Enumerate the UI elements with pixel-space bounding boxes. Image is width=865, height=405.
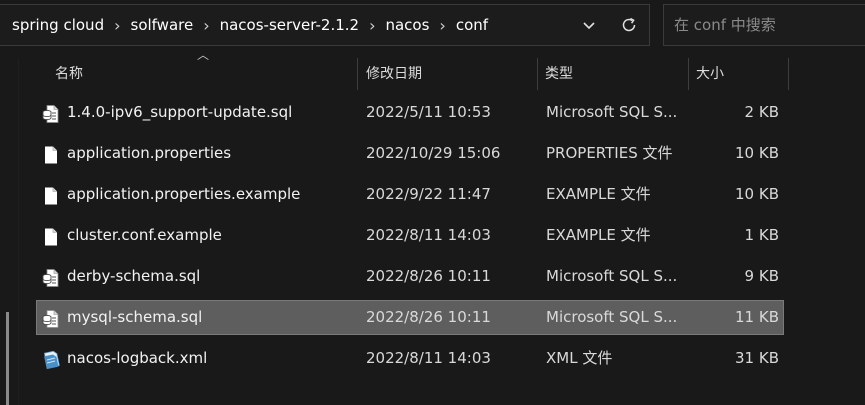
column-divider[interactable] (357, 58, 358, 90)
column-header-type[interactable]: 类型 (545, 58, 573, 90)
file-type: Microsoft SQL S... (546, 308, 678, 326)
chevron-right-icon[interactable]: › (435, 16, 449, 35)
scrollbar-thumb[interactable] (6, 312, 9, 405)
column-header-size[interactable]: 大小 (696, 58, 724, 90)
file-icon (41, 185, 61, 205)
file-type: EXAMPLE 文件 (546, 226, 651, 244)
file-type: EXAMPLE 文件 (546, 185, 651, 203)
refresh-button[interactable] (609, 5, 649, 45)
file-modified-date: 2022/8/26 10:11 (366, 267, 491, 285)
file-icon (41, 144, 61, 164)
address-history-button[interactable] (569, 5, 609, 45)
file-row[interactable]: mysql-schema.sql 2022/8/26 10:11 Microsoft… (36, 300, 784, 335)
file-row[interactable]: application.properties.example 2022/9/22 … (37, 178, 783, 211)
file-name: application.properties (67, 144, 232, 162)
file-size: 2 KB (744, 103, 779, 121)
file-name: 1.4.0-ipv6_support-update.sql (67, 103, 293, 121)
file-size: 9 KB (744, 267, 779, 285)
file-icon (41, 226, 61, 246)
file-size: 10 KB (735, 144, 779, 162)
chevron-right-icon[interactable]: › (365, 16, 379, 35)
file-row[interactable]: 1.4.0-ipv6_support-update.sql 2022/5/11 1… (37, 96, 783, 129)
sql-file-icon (41, 267, 61, 287)
file-name: derby-schema.sql (67, 267, 201, 285)
file-name: nacos-logback.xml (67, 349, 208, 367)
breadcrumb-item[interactable]: conf (450, 16, 494, 34)
breadcrumb-item[interactable]: nacos (379, 16, 435, 34)
file-modified-date: 2022/8/11 14:03 (366, 349, 491, 367)
column-divider[interactable] (537, 58, 538, 90)
column-header-row: ︿ 名称 修改日期 类型 大小 (37, 48, 789, 90)
breadcrumb-item[interactable]: nacos-server-2.1.2 (214, 16, 365, 34)
file-row[interactable]: cluster.conf.example 2022/8/11 14:03 EXAMP… (37, 219, 783, 252)
file-type: Microsoft SQL S... (546, 267, 678, 285)
file-size: 11 KB (735, 308, 779, 326)
file-size: 10 KB (735, 185, 779, 203)
chevron-right-icon[interactable]: › (110, 16, 124, 35)
file-list: 1.4.0-ipv6_support-update.sql 2022/5/11 1… (36, 96, 784, 383)
column-divider[interactable] (788, 58, 789, 90)
file-size: 31 KB (735, 349, 779, 367)
file-modified-date: 2022/5/11 10:53 (366, 103, 491, 121)
sort-ascending-icon: ︿ (197, 48, 210, 62)
breadcrumb: spring cloud › solfware › nacos-server-2… (0, 16, 569, 35)
refresh-icon (622, 17, 636, 32)
column-header-name[interactable]: 名称 (55, 58, 83, 90)
file-type: Microsoft SQL S... (546, 103, 678, 121)
file-modified-date: 2022/8/11 14:03 (366, 226, 491, 244)
file-modified-date: 2022/8/26 10:11 (366, 308, 491, 326)
xml-file-icon (41, 349, 61, 370)
file-modified-date: 2022/10/29 15:06 (366, 144, 501, 162)
file-row[interactable]: nacos-logback.xml 2022/8/11 14:03 XML 文件 31… (37, 342, 783, 375)
file-name: application.properties.example (67, 185, 301, 203)
file-type: PROPERTIES 文件 (546, 144, 673, 162)
address-bar[interactable]: spring cloud › solfware › nacos-server-2… (0, 4, 650, 46)
file-modified-date: 2022/9/22 11:47 (366, 185, 491, 203)
pane-divider (18, 58, 19, 405)
file-row[interactable]: application.properties 2022/10/29 15:06 PR… (37, 137, 783, 170)
sql-file-icon (41, 308, 61, 328)
column-divider[interactable] (688, 58, 689, 90)
file-type: XML 文件 (546, 349, 613, 367)
chevron-right-icon[interactable]: › (199, 16, 213, 35)
sql-file-icon (41, 103, 61, 123)
search-input[interactable] (664, 5, 865, 45)
chevron-down-icon (583, 22, 595, 30)
breadcrumb-item[interactable]: solfware (125, 16, 200, 34)
column-header-date[interactable]: 修改日期 (366, 58, 422, 90)
file-size: 1 KB (744, 226, 779, 244)
file-name: mysql-schema.sql (67, 308, 203, 326)
search-box[interactable] (663, 4, 865, 46)
file-row[interactable]: derby-schema.sql 2022/8/26 10:11 Microsoft… (37, 260, 783, 293)
file-name: cluster.conf.example (67, 226, 222, 244)
breadcrumb-item[interactable]: spring cloud (6, 16, 110, 34)
